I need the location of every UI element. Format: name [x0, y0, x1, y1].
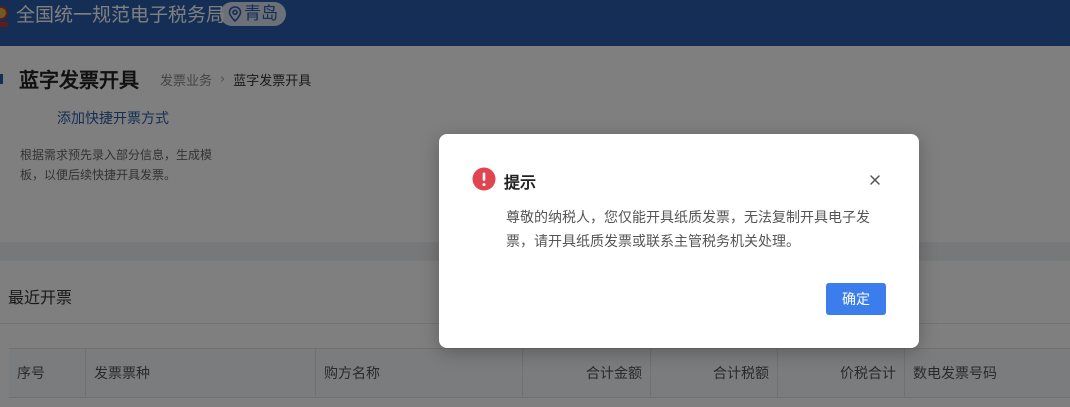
confirm-button[interactable]: 确定: [826, 283, 886, 315]
exclamation-circle-icon: [472, 167, 496, 191]
prompt-dialog: 提示 尊敬的纳税人，您仅能开具纸质发票，无法复制开具电子发票，请开具纸质发票或联…: [439, 134, 919, 348]
dialog-message: 尊敬的纳税人，您仅能开具纸质发票，无法复制开具电子发票，请开具纸质发票或联系主管…: [506, 210, 870, 250]
close-icon[interactable]: [867, 172, 883, 188]
dialog-title: 提示: [504, 173, 537, 192]
